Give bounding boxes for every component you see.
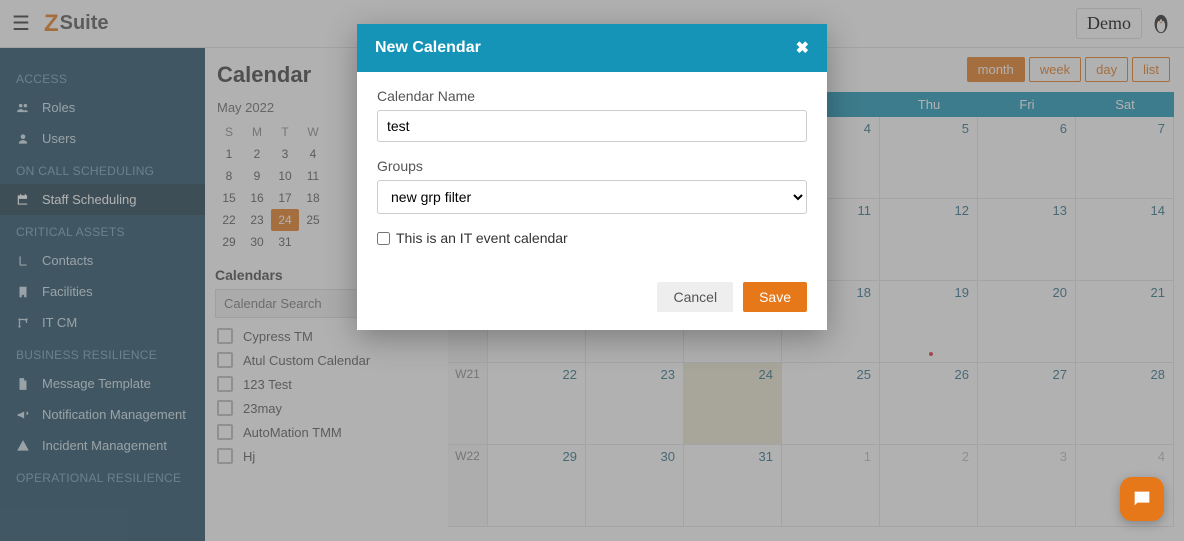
modal-title: New Calendar: [375, 39, 481, 57]
cancel-button[interactable]: Cancel: [657, 282, 733, 312]
calendar-name-label: Calendar Name: [377, 88, 807, 104]
calendar-name-input[interactable]: [377, 110, 807, 142]
it-event-checkbox[interactable]: [377, 232, 390, 245]
chat-icon: [1131, 488, 1153, 510]
groups-select[interactable]: new grp filter: [377, 180, 807, 214]
it-event-label: This is an IT event calendar: [396, 230, 568, 246]
new-calendar-modal: New Calendar ✖ Calendar Name Groups new …: [357, 24, 827, 330]
groups-label: Groups: [377, 158, 807, 174]
chat-bubble[interactable]: [1120, 477, 1164, 521]
modal-close-button[interactable]: ✖: [796, 38, 809, 58]
save-button[interactable]: Save: [743, 282, 807, 312]
